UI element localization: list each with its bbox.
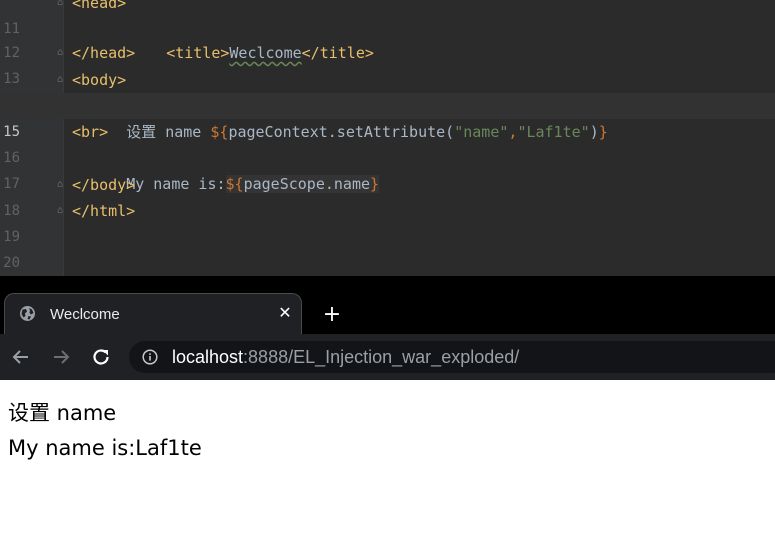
fold-marker-icon[interactable]: ⌂ (57, 74, 66, 85)
url-path: :8888/EL_Injection_war_exploded/ (243, 347, 520, 367)
globe-icon (19, 305, 36, 322)
address-bar[interactable]: localhost:8888/EL_Injection_war_exploded… (129, 341, 775, 373)
page-content: 设置 name My name is:Laf1te (0, 380, 775, 542)
info-icon[interactable] (142, 349, 158, 365)
code-line[interactable]: 14 ⌂ <body> (0, 67, 775, 114)
code-line[interactable]: 18 ⌂ </body> (0, 172, 775, 219)
arrow-right-icon[interactable] (49, 345, 73, 369)
fold-marker-icon[interactable]: ⌂ (57, 179, 66, 190)
code-line[interactable]: 12 <title>Weclcome</title> (0, 14, 775, 62)
code-line[interactable]: 13 ⌂ </head> (0, 40, 775, 87)
code-tag: </html> (72, 202, 136, 220)
browser-tab-active[interactable]: Weclcome ✕ (4, 293, 302, 334)
code-tag: <body> (72, 71, 127, 89)
fold-marker-icon[interactable]: ⌂ (57, 205, 66, 216)
page-text-line: 设置 name (8, 401, 117, 425)
code-line[interactable]: 16 <br> (0, 119, 775, 166)
code-line[interactable]: 17 My name is:${pageScope.name} (0, 145, 775, 193)
code-tag: <br> (72, 123, 109, 141)
code-text: <head> (72, 0, 127, 12)
browser-tab-strip: Weclcome ✕ + (0, 276, 775, 334)
code-line[interactable]: 20 (0, 224, 775, 271)
page-text-line: My name is:Laf1te (8, 436, 202, 460)
code-line-current[interactable]: 15 设置 name ${pageContext.setAttribute("n… (0, 93, 775, 141)
code-tag: </body> (72, 176, 136, 194)
reload-icon[interactable] (89, 345, 113, 369)
tab-title: Weclcome (50, 306, 120, 323)
fold-marker-icon[interactable]: ⌂ (57, 0, 66, 8)
arrow-left-icon[interactable] (9, 345, 33, 369)
close-icon[interactable]: ✕ (275, 303, 295, 323)
code-line[interactable]: 19 ⌂ </html> (0, 198, 775, 245)
new-tab-button[interactable]: + (320, 303, 344, 327)
fold-marker-icon[interactable]: ⌂ (57, 47, 66, 58)
code-tag: </head> (72, 44, 136, 62)
url-host: localhost (172, 347, 244, 367)
url-text[interactable]: localhost:8888/EL_Injection_war_exploded… (172, 347, 519, 367)
line-number: 20 (3, 255, 20, 271)
browser-toolbar: localhost:8888/EL_Injection_war_exploded… (0, 334, 775, 380)
code-editor[interactable]: 11 ⌂ <head> 12 <title>Weclcome</title> 1… (0, 0, 775, 276)
